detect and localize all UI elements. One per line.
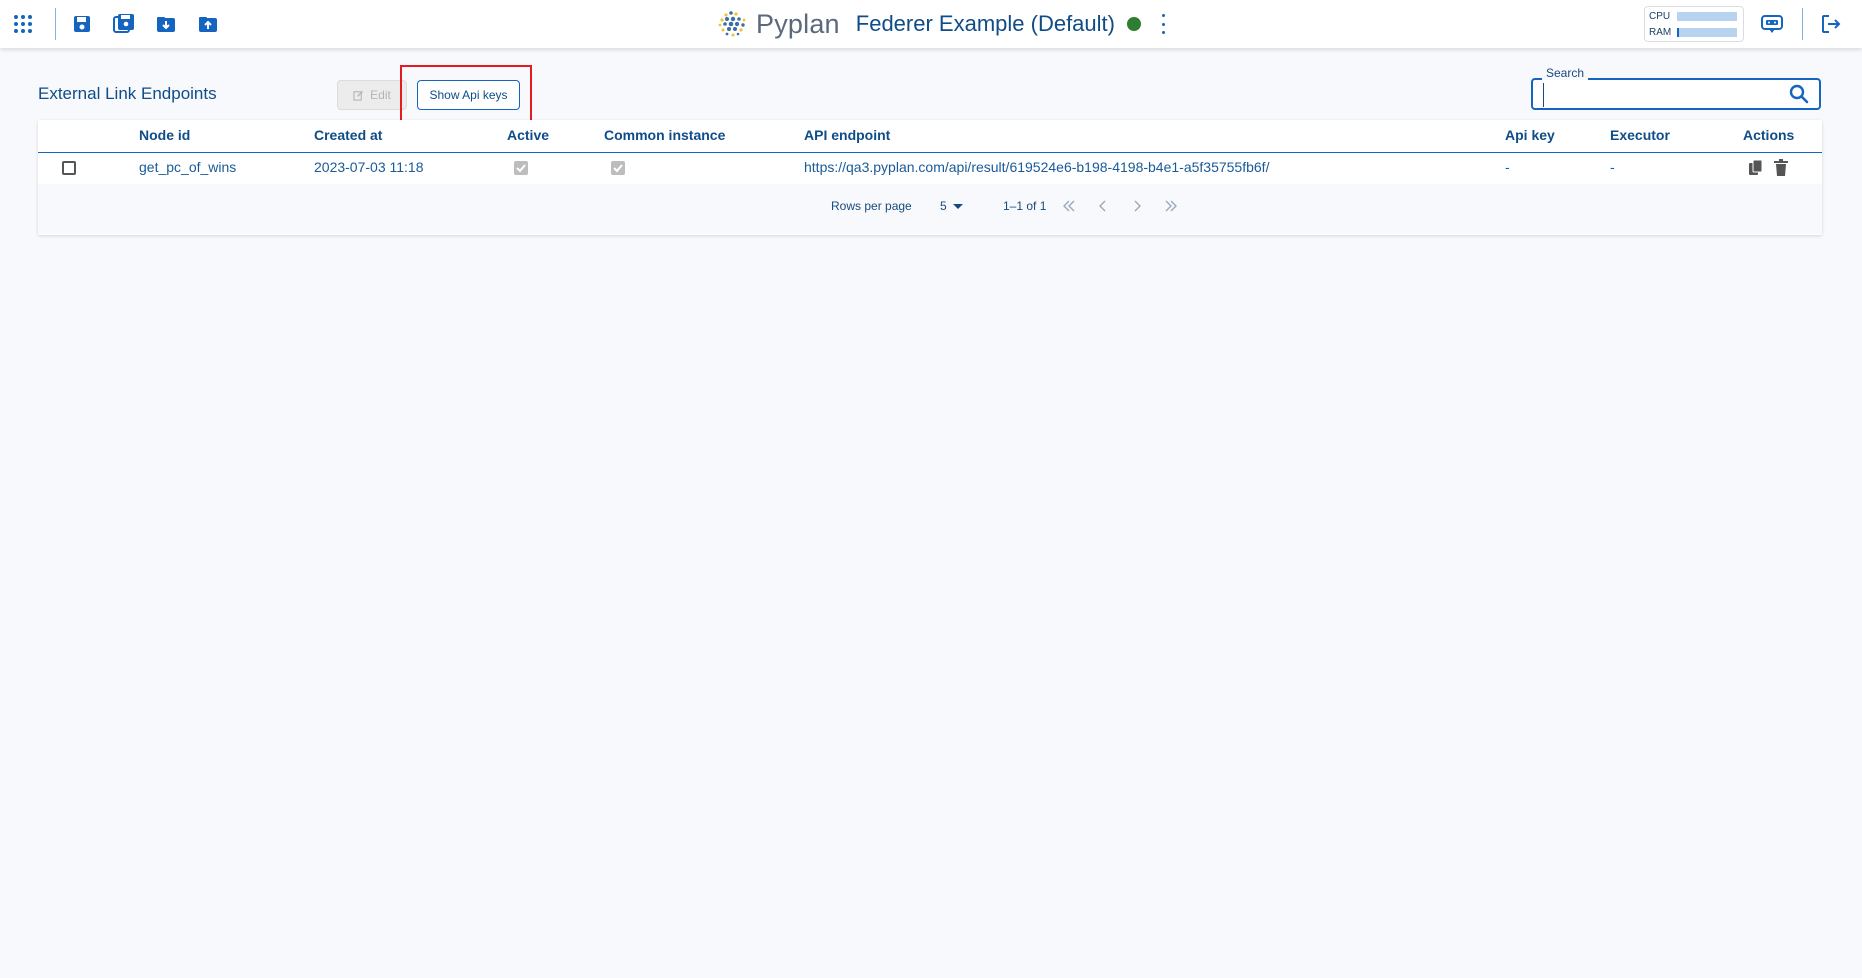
save-as-icon[interactable] (112, 12, 136, 36)
more-options-icon[interactable] (1161, 14, 1167, 34)
pyplan-logo-icon (718, 11, 746, 37)
copy-icon[interactable] (1748, 159, 1764, 177)
page-title: External Link Endpoints (38, 84, 217, 103)
edit-icon (353, 90, 364, 101)
delete-icon[interactable] (1773, 159, 1789, 177)
search-field[interactable] (1531, 78, 1821, 110)
node-id-cell: get_pc_of_wins (139, 159, 237, 175)
table-row[interactable]: get_pc_of_wins 2023-07-03 11:18 https://… (38, 152, 1822, 184)
cpu-usage-bar (1677, 12, 1737, 21)
brand-header: Pyplan Federer Example (Default) (716, 6, 1167, 42)
rows-per-page-label: Rows per page (831, 199, 912, 213)
cpu-label: CPU (1649, 11, 1671, 22)
table-header: Node id Created at Active Common instanc… (38, 120, 1822, 153)
common-instance-checkbox (611, 161, 625, 175)
download-icon[interactable] (154, 12, 178, 36)
resource-monitor: CPU RAM (1644, 6, 1744, 42)
executor-cell: - (1610, 159, 1615, 175)
show-api-keys-label: Show Api keys (429, 88, 508, 102)
active-checkbox (514, 161, 528, 175)
project-title: Federer Example (Default) (855, 11, 1115, 36)
ram-usage-bar (1677, 28, 1737, 37)
check-icon (613, 164, 623, 173)
toolbar-divider-right (1802, 8, 1803, 40)
column-header-executor[interactable]: Executor (1610, 127, 1670, 143)
chat-bot-icon[interactable] (1760, 12, 1784, 36)
show-api-keys-button[interactable]: Show Api keys (417, 80, 520, 110)
edit-button-label: Edit (370, 88, 391, 102)
api-endpoint-cell[interactable]: https://qa3.pyplan.com/api/result/619524… (804, 159, 1269, 175)
column-header-api-key[interactable]: Api key (1505, 127, 1555, 143)
check-icon (516, 164, 526, 173)
edit-button[interactable]: Edit (337, 80, 407, 110)
brand-name: Pyplan (756, 8, 840, 39)
rows-per-page-value: 5 (940, 199, 947, 213)
column-header-active[interactable]: Active (507, 127, 549, 143)
search-icon[interactable] (1789, 84, 1809, 104)
apps-grid-icon[interactable] (11, 12, 35, 36)
last-page-icon[interactable] (1161, 196, 1181, 216)
pagination-range: 1–1 of 1 (1003, 199, 1047, 213)
next-page-icon[interactable] (1127, 196, 1147, 216)
ram-label: RAM (1649, 27, 1672, 38)
column-header-node-id[interactable]: Node id (139, 127, 190, 143)
connection-status-dot (1126, 17, 1141, 31)
search-label: Search (1542, 66, 1589, 80)
search-input[interactable] (1543, 83, 1778, 107)
toolbar-divider (55, 8, 56, 40)
chevron-down-icon (952, 203, 963, 209)
top-bar: Pyplan Federer Example (Default) CPU RAM (0, 0, 1862, 48)
first-page-icon[interactable] (1059, 196, 1079, 216)
column-header-common-instance[interactable]: Common instance (604, 127, 725, 143)
rows-per-page-select[interactable]: 5 (940, 198, 970, 214)
api-key-cell: - (1505, 159, 1510, 175)
created-at-cell: 2023-07-03 11:18 (314, 159, 424, 175)
save-icon[interactable] (70, 12, 94, 36)
row-select-checkbox[interactable] (62, 161, 76, 175)
upload-icon[interactable] (196, 12, 220, 36)
table-pagination: Rows per page 5 1–1 of 1 (38, 184, 1822, 234)
column-header-actions: Actions (1743, 127, 1795, 143)
column-header-api-endpoint[interactable]: API endpoint (804, 127, 890, 143)
logout-icon[interactable] (1819, 12, 1843, 36)
previous-page-icon[interactable] (1093, 196, 1113, 216)
endpoints-table: Node id Created at Active Common instanc… (38, 120, 1822, 235)
column-header-created-at[interactable]: Created at (314, 127, 382, 143)
ram-usage-fill (1677, 28, 1680, 37)
